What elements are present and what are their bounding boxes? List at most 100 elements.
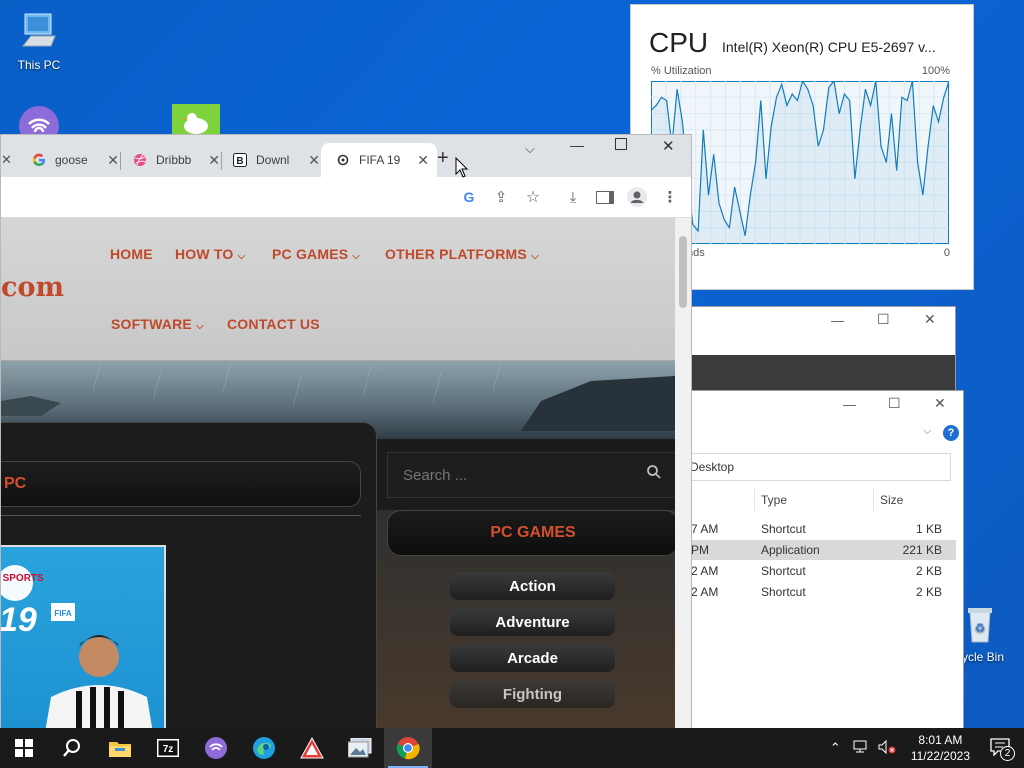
cpu-title: CPU [649,27,709,58]
column-header-type[interactable]: Type [761,493,787,507]
taskbar-edge[interactable] [240,728,288,768]
search-button[interactable] [48,728,96,768]
chevron-down-icon[interactable]: ⌵ [923,425,931,438]
taskbar-file-explorer[interactable] [96,728,144,768]
address-text: Desktop [690,460,735,474]
tab-download[interactable]: B Downl ✕ [224,143,328,177]
start-button[interactable] [0,728,48,768]
help-icon[interactable]: ? [943,425,959,441]
svg-text:B: B [236,156,243,167]
tab-strip: ✕ goose ✕ Dribbb ✕ B Downl ✕ FIFA 19 ✕ +… [1,135,691,177]
share-icon[interactable]: ⇪ [491,187,511,207]
search-input[interactable] [388,453,645,497]
tab-search-icon[interactable]: ⌵ [525,141,535,157]
page-scrollbar[interactable] [675,218,691,729]
column-header-size[interactable]: Size [880,493,903,507]
tab-close-icon[interactable]: ✕ [107,152,119,169]
background-window: — ☐ ✕ [690,306,956,398]
search-icon [63,739,80,757]
tab-fifa[interactable]: FIFA 19 ✕ [321,143,437,177]
system-tray: ⌃ 8:01 AM 11/22/2023 2 [824,728,1024,768]
col-divider [873,489,874,511]
file-size: 1 KB [915,522,942,536]
search-icon[interactable] [646,464,662,485]
volume-muted-icon[interactable] [873,739,901,757]
minimize-button[interactable]: — [570,137,584,153]
nav-pc-games[interactable]: PC GAMES ⌵ [272,246,360,262]
kebab-menu-icon[interactable]: ⋮ [660,187,680,207]
close-button[interactable]: ✕ [924,311,936,328]
search-box[interactable] [387,452,675,498]
taskbar-7zip[interactable]: 7z [144,728,192,768]
taskbar-wifi-app[interactable] [192,728,240,768]
tab-close-icon[interactable]: ✕ [308,152,320,169]
side-panel-icon[interactable] [595,187,615,207]
dark-band [691,355,955,395]
close-button[interactable]: ✕ [662,137,675,155]
maximize-button[interactable]: ☐ [888,395,901,412]
tab-close-icon[interactable]: ✕ [1,152,12,168]
nav-other-platforms[interactable]: OTHER PLATFORMS ⌵ [385,246,539,262]
site-icon [335,152,351,168]
fifa-cover-image[interactable]: EA SPORTS 19 FIFA [1,545,166,729]
b-icon: B [232,152,248,168]
google-lens-icon[interactable]: G [459,187,479,207]
file-date: 2 AM [691,564,719,578]
taskbar-image-viewer[interactable] [336,728,384,768]
recycle-bin-icon: ♻ [958,602,1002,646]
min-label: 0 [943,247,950,259]
chevron-down-icon: ⌵ [352,251,361,262]
tab-partial[interactable]: ✕ [1,143,15,177]
new-tab-button[interactable]: + [437,147,449,170]
nav-contact-us[interactable]: CONTACT US [227,316,320,332]
divider [1,515,361,516]
tab-google[interactable]: goose ✕ [23,143,127,177]
category-fighting[interactable]: Fighting [450,680,615,708]
utilization-label: % Utilization [651,65,712,77]
nav-how-to[interactable]: HOW TO ⌵ [175,246,245,262]
tab-close-icon[interactable]: ✕ [208,152,220,169]
photos-icon [348,738,372,758]
svg-text:7z: 7z [163,744,174,755]
chevron-down-icon: ⌵ [531,251,539,262]
category-action[interactable]: Action [450,572,615,600]
taskbar-warning-app[interactable] [288,728,336,768]
computer-icon [17,10,61,54]
col-divider [754,489,755,511]
clock-time: 8:01 AM [918,733,963,747]
taskbar-chrome[interactable] [384,728,432,768]
file-size: 221 KB [902,543,942,557]
category-arcade[interactable]: Arcade [450,644,615,672]
bookmark-star-icon[interactable]: ☆ [523,187,543,207]
dribbble-icon [132,152,148,168]
site-logo[interactable]: com [1,272,64,303]
profile-avatar-icon[interactable] [627,187,647,207]
notification-center-icon[interactable]: 2 [980,737,1024,761]
file-row[interactable]: 2 AM Shortcut 2 KB [691,561,956,581]
tab-dribbble[interactable]: Dribbb ✕ [124,143,228,177]
tab-title: FIFA 19 [359,153,401,167]
scrollbar-thumb[interactable] [679,236,687,308]
windows-icon [15,739,33,757]
network-icon[interactable] [847,740,873,757]
close-button[interactable]: ✕ [934,395,946,412]
nav-software[interactable]: SOFTWARE ⌵ [111,316,204,332]
minimize-button[interactable]: — [831,313,844,328]
maximize-button[interactable] [615,138,627,150]
file-row[interactable]: PM Application 221 KB [691,540,956,560]
file-row[interactable]: 2 AM Shortcut 2 KB [691,582,956,602]
maximize-button[interactable]: ☐ [877,311,890,328]
taskbar-clock[interactable]: 8:01 AM 11/22/2023 [901,732,980,764]
chrome-window: ✕ goose ✕ Dribbb ✕ B Downl ✕ FIFA 19 ✕ +… [0,134,692,730]
file-row[interactable]: 7 AM Shortcut 1 KB [691,519,956,539]
address-bar[interactable]: Desktop [687,453,951,481]
desktop-icon-this-pc[interactable]: This PC [4,10,74,72]
minimize-button[interactable]: — [843,397,856,412]
show-hidden-icons-chevron-icon[interactable]: ⌃ [824,740,847,756]
tab-separator [120,152,121,170]
download-icon[interactable]: ⤓ [563,187,583,207]
category-adventure[interactable]: Adventure [450,608,615,636]
tab-close-icon[interactable]: ✕ [417,152,429,169]
post-title[interactable]: PC [4,475,26,493]
nav-home[interactable]: HOME [110,246,153,262]
